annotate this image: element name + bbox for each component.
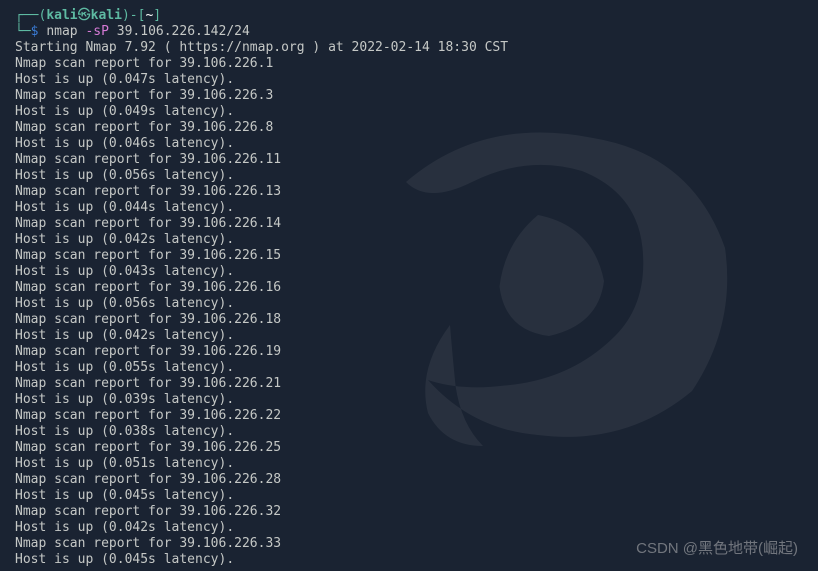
- scan-report-line: Nmap scan report for 39.106.226.22: [15, 408, 818, 424]
- host-up-line: Host is up (0.045s latency).: [15, 488, 818, 504]
- scan-report-line: Nmap scan report for 39.106.226.1: [15, 56, 818, 72]
- host-up-line: Host is up (0.045s latency).: [15, 552, 818, 568]
- prompt-box-left: ┌──(: [15, 8, 46, 23]
- host-results-container: Nmap scan report for 39.106.226.1Host is…: [15, 56, 818, 568]
- scan-report-line: Nmap scan report for 39.106.226.11: [15, 152, 818, 168]
- command-flag: -sP: [85, 24, 108, 39]
- prompt-at: ㉿: [78, 8, 91, 23]
- scan-report-line: Nmap scan report for 39.106.226.18: [15, 312, 818, 328]
- terminal-output[interactable]: ┌──(kali㉿kali)-[~] └─$ nmap -sP 39.106.2…: [15, 8, 818, 568]
- scan-report-line: Nmap scan report for 39.106.226.8: [15, 120, 818, 136]
- scan-report-line: Nmap scan report for 39.106.226.32: [15, 504, 818, 520]
- host-up-line: Host is up (0.056s latency).: [15, 168, 818, 184]
- scan-report-line: Nmap scan report for 39.106.226.14: [15, 216, 818, 232]
- host-up-line: Host is up (0.046s latency).: [15, 136, 818, 152]
- scan-report-line: Nmap scan report for 39.106.226.15: [15, 248, 818, 264]
- prompt-line2-prefix: └─: [15, 24, 31, 39]
- command-arg: 39.106.226.142/24: [117, 24, 250, 39]
- host-up-line: Host is up (0.049s latency).: [15, 104, 818, 120]
- host-up-line: Host is up (0.042s latency).: [15, 328, 818, 344]
- host-up-line: Host is up (0.055s latency).: [15, 360, 818, 376]
- prompt-dollar: $: [31, 24, 39, 39]
- host-up-line: Host is up (0.042s latency).: [15, 232, 818, 248]
- scan-report-line: Nmap scan report for 39.106.226.16: [15, 280, 818, 296]
- scan-report-line: Nmap scan report for 39.106.226.33: [15, 536, 818, 552]
- host-up-line: Host is up (0.043s latency).: [15, 264, 818, 280]
- prompt-box-right: )-[: [122, 8, 145, 23]
- scan-report-line: Nmap scan report for 39.106.226.25: [15, 440, 818, 456]
- host-up-line: Host is up (0.038s latency).: [15, 424, 818, 440]
- host-up-line: Host is up (0.042s latency).: [15, 520, 818, 536]
- prompt-user: kali: [46, 8, 77, 23]
- scan-report-line: Nmap scan report for 39.106.226.13: [15, 184, 818, 200]
- command-name: nmap: [46, 24, 77, 39]
- host-up-line: Host is up (0.039s latency).: [15, 392, 818, 408]
- scan-report-line: Nmap scan report for 39.106.226.21: [15, 376, 818, 392]
- host-up-line: Host is up (0.056s latency).: [15, 296, 818, 312]
- prompt-line-1: ┌──(kali㉿kali)-[~]: [15, 8, 818, 24]
- host-up-line: Host is up (0.047s latency).: [15, 72, 818, 88]
- prompt-box-close: ]: [153, 8, 161, 23]
- scan-report-line: Nmap scan report for 39.106.226.19: [15, 344, 818, 360]
- prompt-host: kali: [91, 8, 122, 23]
- nmap-start-line: Starting Nmap 7.92 ( https://nmap.org ) …: [15, 40, 818, 56]
- prompt-line-2: └─$ nmap -sP 39.106.226.142/24: [15, 24, 818, 40]
- scan-report-line: Nmap scan report for 39.106.226.28: [15, 472, 818, 488]
- host-up-line: Host is up (0.051s latency).: [15, 456, 818, 472]
- host-up-line: Host is up (0.044s latency).: [15, 200, 818, 216]
- scan-report-line: Nmap scan report for 39.106.226.3: [15, 88, 818, 104]
